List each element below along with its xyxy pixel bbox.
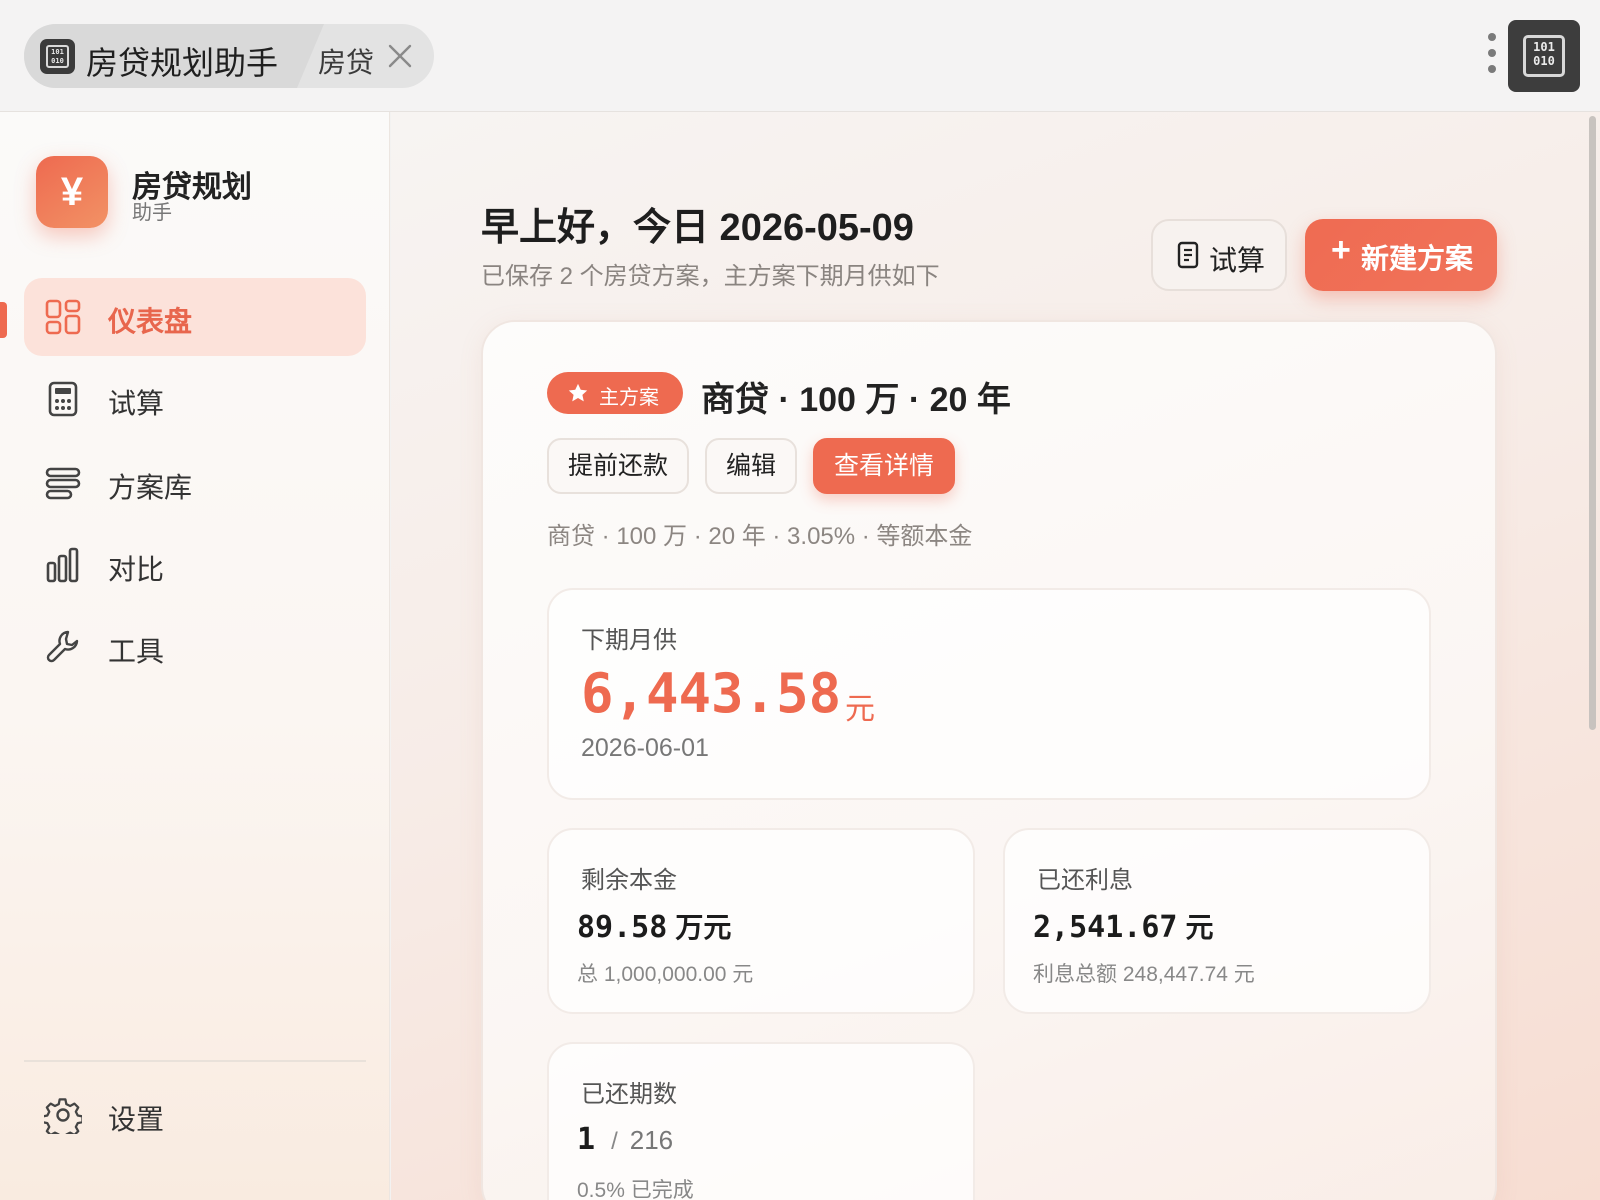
kebab-menu-icon[interactable]	[1486, 33, 1498, 77]
remaining-principal-panel: 剩余本金 89.58 万元 总 1,000,000.00 元	[547, 828, 975, 1014]
gear-icon	[44, 1098, 82, 1134]
remaining-principal-unit: 万元	[675, 912, 732, 943]
main-plan-badge-label: 主方案	[599, 387, 659, 409]
binary-app-button[interactable]: 101 010	[1508, 20, 1580, 92]
sidebar-divider	[24, 1060, 366, 1062]
active-nav-marker	[0, 302, 7, 338]
sidebar-item-plan-library[interactable]: 方案库	[24, 444, 366, 522]
remaining-principal-label: 剩余本金	[581, 867, 677, 894]
paid-interest-label: 已还利息	[1037, 867, 1133, 894]
next-payment-amount: 6,443.58	[581, 662, 842, 725]
paid-periods-total: 216	[629, 1125, 674, 1155]
paid-periods-progress: 0.5% 已完成	[577, 1179, 694, 1200]
paid-interest-value: 2,541.67 元	[1033, 910, 1214, 945]
paid-interest-total: 利息总额 248,447.74 元	[1033, 963, 1255, 986]
plus-icon: +	[1331, 231, 1351, 269]
plan-title: 商贷 · 100 万 · 20 年	[701, 381, 1011, 419]
next-payment-unit: 元	[845, 693, 875, 726]
app-icon: 101 010	[40, 39, 75, 74]
sidebar-item-label: 仪表盘	[108, 306, 193, 337]
prepay-button[interactable]: 提前还款	[547, 438, 689, 494]
next-payment-date: 2026-06-01	[581, 734, 709, 762]
bar-chart-icon	[46, 547, 79, 583]
binary-icon: 101 010	[46, 45, 69, 68]
paid-interest-panel: 已还利息 2,541.67 元 利息总额 248,447.74 元	[1003, 828, 1431, 1014]
paid-interest-unit: 元	[1185, 912, 1214, 943]
view-details-button[interactable]: 查看详情	[813, 438, 955, 494]
document-icon	[1177, 241, 1199, 269]
brand-logo: ¥	[36, 156, 108, 228]
sidebar-item-label: 工具	[108, 636, 165, 667]
sidebar-item-label: 设置	[108, 1104, 165, 1135]
sidebar-item-compare[interactable]: 对比	[24, 526, 366, 604]
main-plan-card: 主方案 商贷 · 100 万 · 20 年 提前还款 编辑 查看详情 商贷 · …	[481, 320, 1497, 1200]
sidebar-item-dashboard[interactable]: 仪表盘	[24, 278, 366, 356]
scrollbar[interactable]	[1589, 116, 1596, 730]
paid-periods-current: 1	[577, 1122, 596, 1157]
paid-periods-panel: 已还期数 1 / 216 0.5% 已完成	[547, 1042, 975, 1200]
calculate-button[interactable]: 试算	[1151, 219, 1287, 291]
stack-icon	[45, 467, 81, 500]
star-icon	[568, 383, 588, 402]
wrench-icon	[46, 630, 79, 663]
paid-periods-separator: /	[611, 1128, 618, 1155]
new-plan-button[interactable]: + 新建方案	[1305, 219, 1497, 291]
edit-button[interactable]: 编辑	[705, 438, 797, 494]
sidebar-item-label: 试算	[108, 388, 165, 419]
remaining-principal-value: 89.58 万元	[577, 910, 732, 945]
new-plan-button-label: 新建方案	[1361, 243, 1474, 274]
brand-sub: 助手	[132, 202, 172, 224]
page-subtitle: 已保存 2 个房贷方案，主方案下期月供如下	[481, 263, 940, 290]
sidebar-item-settings[interactable]: 设置	[24, 1076, 366, 1154]
main-content: 早上好，今日 2026-05-09 已保存 2 个房贷方案，主方案下期月供如下 …	[391, 112, 1600, 1200]
paid-periods-value: 1 / 216	[577, 1122, 673, 1157]
title-bar: 101 010 房贷规划助手 房贷 101 010	[0, 0, 1600, 112]
dashboard-icon	[45, 299, 81, 335]
calculator-icon	[48, 381, 78, 417]
calculate-button-label: 试算	[1209, 245, 1266, 276]
sidebar-item-label: 对比	[108, 554, 165, 585]
sidebar-item-tools[interactable]: 工具	[24, 608, 366, 686]
sidebar-item-label: 方案库	[108, 472, 193, 503]
sidebar-item-calculator[interactable]: 试算	[24, 360, 366, 438]
next-payment-panel: 下期月供 6,443.58 元 2026-06-01	[547, 588, 1431, 800]
main-plan-badge: 主方案	[547, 372, 683, 414]
close-icon[interactable]	[384, 40, 416, 72]
tab-app-title[interactable]: 房贷规划助手	[86, 38, 278, 84]
plan-description: 商贷 · 100 万 · 20 年 · 3.05% · 等额本金	[547, 523, 973, 550]
page-title: 早上好，今日 2026-05-09	[481, 207, 914, 249]
tab-secondary-title[interactable]: 房贷	[318, 41, 374, 81]
sidebar: ¥ 房贷规划 助手 仪表盘 试算 方案库 对比 工具 设置	[0, 112, 390, 1200]
next-payment-label: 下期月供	[581, 627, 677, 654]
binary-icon: 101 010	[1523, 35, 1565, 77]
paid-periods-label: 已还期数	[581, 1081, 677, 1108]
tab-group: 101 010 房贷规划助手 房贷	[24, 24, 434, 88]
remaining-principal-total: 总 1,000,000.00 元	[577, 963, 754, 986]
